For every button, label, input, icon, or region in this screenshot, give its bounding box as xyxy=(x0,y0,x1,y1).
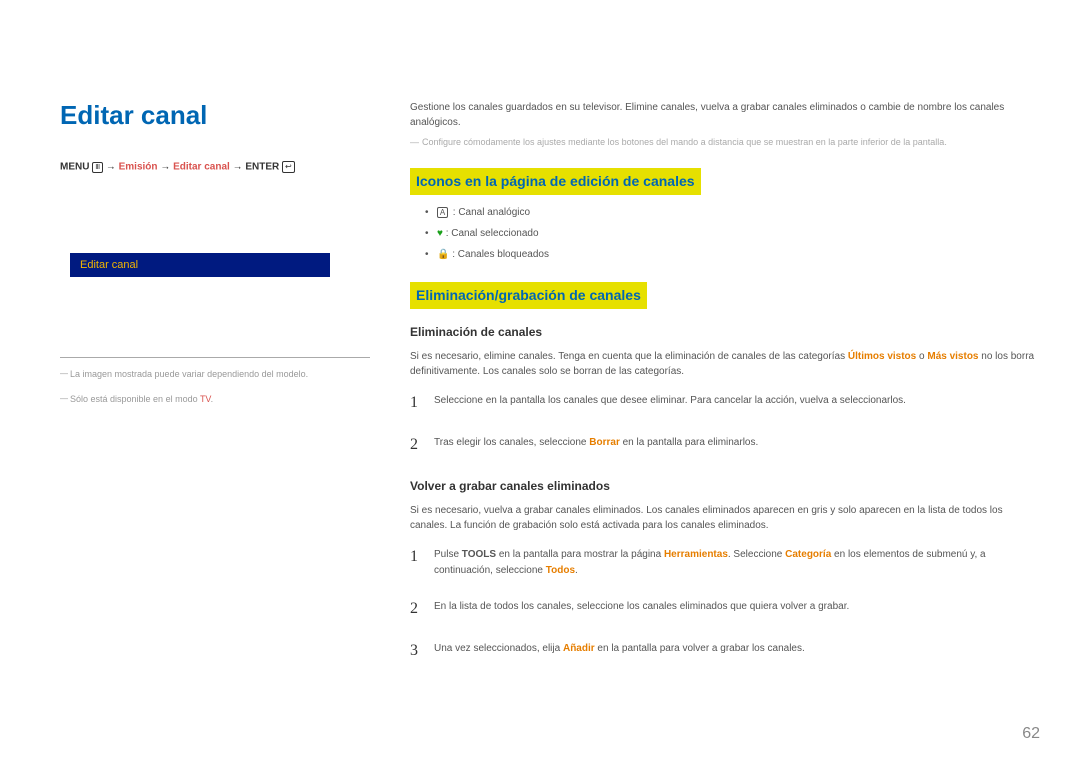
delete-step-1: 1Seleccione en la pantalla los canales q… xyxy=(410,391,1040,415)
section-icons-heading: Iconos en la página de edición de canale… xyxy=(410,168,701,195)
rerecord-step-3: 3Una vez seleccionados, elija Añadir en … xyxy=(410,639,1040,663)
page-number: 62 xyxy=(1022,725,1040,743)
enter-icon xyxy=(282,161,295,173)
rerecord-description: Si es necesario, vuelva a grabar canales… xyxy=(410,503,1040,533)
section-delete-heading: Eliminación/grabación de canales xyxy=(410,282,647,309)
icon-list: A : Canal analógico ♥ : Canal selecciona… xyxy=(410,205,1040,262)
footnote-mode: Sólo está disponible en el modo TV. xyxy=(60,393,380,406)
rerecord-step-1: 1Pulse TOOLS en la pantalla para mostrar… xyxy=(410,545,1040,579)
subheading-delete: Eliminación de canales xyxy=(410,323,1040,341)
rerecord-step-2: 2En la lista de todos los canales, selec… xyxy=(410,597,1040,621)
delete-step-2: 2Tras elegir los canales, seleccione Bor… xyxy=(410,433,1040,457)
subheading-rerecord: Volver a grabar canales eliminados xyxy=(410,477,1040,495)
intro-text: Gestione los canales guardados en su tel… xyxy=(410,100,1040,130)
divider xyxy=(60,357,370,358)
breadcrumb: MENU Ⅲ → Emisión → Editar canal → ENTER xyxy=(60,161,380,173)
analog-a-icon: A xyxy=(437,207,448,218)
menu-icon: Ⅲ xyxy=(92,162,103,173)
config-note: Configure cómodamente los ajustes median… xyxy=(410,136,1040,150)
footnote-image: La imagen mostrada puede variar dependie… xyxy=(60,368,380,381)
edit-channel-panel: Editar canal xyxy=(70,253,330,277)
page-title: Editar canal xyxy=(60,100,380,131)
lock-icon: 🔒 xyxy=(437,249,449,260)
delete-description: Si es necesario, elimine canales. Tenga … xyxy=(410,349,1040,379)
